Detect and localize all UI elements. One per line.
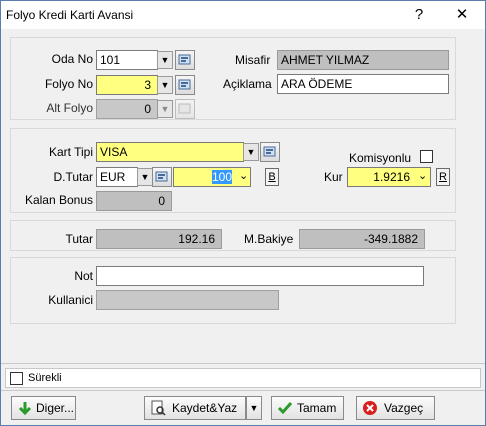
lookup-icon (263, 146, 276, 157)
lookup-icon (155, 171, 168, 182)
tamam-button[interactable]: Tamam (271, 396, 344, 420)
note-panel: Not Kullanici (10, 257, 456, 324)
diger-label: Diger... (36, 401, 75, 415)
button-bar: Diger... Kaydet&Yaz ▼ Tamam Vazgeç (1, 390, 485, 425)
lookup-icon (178, 79, 191, 90)
room-panel: Oda No 101 ▼ Folyo No 3 ▼ Alt Folyo 0 ▼ … (10, 37, 456, 120)
folyo-no-lookup-button[interactable] (175, 75, 195, 95)
surekli-row: Sürekli (5, 368, 481, 388)
alt-folyo-label: Alt Folyo (46, 101, 93, 115)
misafir-value: AHMET YILMAZ (281, 53, 370, 67)
kur-chevron-icon[interactable]: ⌄ (418, 169, 427, 182)
aciklama-label: Açiklama (223, 77, 272, 91)
d-tutar-label: D.Tutar (53, 170, 93, 184)
b-button-label: B (268, 171, 276, 183)
misafir-field: AHMET YILMAZ (277, 50, 449, 70)
kullanici-field (96, 290, 279, 310)
bakiye-value: -349.1882 (363, 232, 418, 246)
misafir-label: Misafir (235, 53, 271, 67)
vazgec-label: Vazgeç (384, 401, 424, 415)
kur-label: Kur (324, 170, 343, 184)
kart-tipi-value: VISA (100, 145, 128, 159)
kart-tipi-combo[interactable]: VISA (96, 142, 244, 162)
tutar-label: Tutar (65, 232, 93, 246)
kart-tipi-label: Kart Tipi (48, 145, 93, 159)
oda-no-label: Oda No (51, 52, 93, 66)
checkmark-icon (277, 402, 293, 415)
oda-no-dropdown-icon[interactable]: ▼ (157, 51, 173, 69)
folyo-no-combo[interactable]: 3 (96, 75, 158, 95)
oda-no-lookup-button[interactable] (175, 50, 195, 70)
surekli-label: Sürekli (28, 372, 62, 384)
alt-folyo-combo: 0 (96, 99, 158, 119)
dialog-window: Folyo Kredi Karti Avansi ? ✕ Oda No 101 … (0, 0, 486, 426)
alt-folyo-value: 0 (144, 102, 151, 116)
title-bar: Folyo Kredi Karti Avansi ? ✕ (1, 1, 485, 29)
oda-no-combo[interactable]: 101 (96, 50, 158, 70)
komisyonlu-label: Komisyonlu (349, 151, 412, 165)
r-button[interactable]: R (436, 168, 450, 186)
kalan-bonus-field: 0 (96, 191, 172, 211)
kart-tipi-dropdown-icon[interactable]: ▼ (243, 143, 259, 161)
currency-lookup-button[interactable] (152, 167, 172, 187)
lookup-icon (178, 103, 191, 114)
tutar-value: 192.16 (178, 232, 215, 246)
bakiye-field: -349.1882 (299, 229, 425, 249)
alt-folyo-dropdown-icon: ▼ (157, 100, 173, 118)
kalan-bonus-label: Kalan Bonus (24, 193, 93, 207)
tutar-field: 192.16 (96, 229, 222, 249)
bottom-separator (1, 363, 485, 364)
card-panel: Kart Tipi VISA ▼ Komisyonlu D.Tutar EUR … (10, 128, 456, 213)
r-button-label: R (439, 171, 447, 183)
cancel-icon (363, 401, 377, 415)
close-button[interactable]: ✕ (448, 3, 476, 27)
surekli-checkbox[interactable] (10, 372, 23, 385)
oda-no-value: 101 (100, 53, 121, 67)
window-title: Folyo Kredi Karti Avansi (6, 8, 134, 22)
currency-value: EUR (100, 170, 126, 184)
amount-value: 100 (211, 170, 232, 184)
kaydet-yaz-label: Kaydet&Yaz (172, 401, 238, 415)
kalan-bonus-value: 0 (158, 194, 165, 208)
folyo-no-label: Folyo No (44, 77, 93, 91)
kaydet-yaz-button[interactable]: Kaydet&Yaz (144, 396, 246, 420)
bakiye-label: M.Bakiye (244, 232, 294, 246)
tamam-label: Tamam (297, 401, 337, 415)
b-button[interactable]: B (265, 168, 279, 186)
help-button[interactable]: ? (405, 3, 433, 27)
kaydet-dropdown-icon[interactable]: ▼ (246, 396, 262, 420)
diger-button[interactable]: Diger... (11, 396, 76, 420)
alt-folyo-lookup-button (175, 99, 195, 119)
print-preview-icon (151, 400, 166, 416)
aciklama-field[interactable]: ARA ÖDEME (277, 74, 449, 94)
folyo-no-dropdown-icon[interactable]: ▼ (157, 76, 173, 94)
arrow-down-icon (18, 402, 32, 416)
not-field[interactable] (96, 266, 424, 286)
lookup-icon (178, 54, 191, 65)
aciklama-value: ARA ÖDEME (281, 77, 353, 91)
vazgec-button[interactable]: Vazgeç (356, 396, 435, 420)
amount-chevron-icon[interactable]: ⌄ (239, 169, 248, 182)
currency-dropdown-icon[interactable]: ▼ (137, 168, 153, 186)
folyo-no-value: 3 (144, 78, 151, 92)
not-label: Not (74, 269, 93, 283)
komisyonlu-checkbox[interactable] (420, 150, 433, 163)
kur-value: 1.9216 (373, 170, 410, 184)
kullanici-label: Kullanici (48, 293, 93, 307)
currency-combo[interactable]: EUR (96, 167, 138, 187)
kart-tipi-lookup-button[interactable] (260, 142, 280, 162)
totals-panel: Tutar 192.16 M.Bakiye -349.1882 (10, 220, 456, 251)
